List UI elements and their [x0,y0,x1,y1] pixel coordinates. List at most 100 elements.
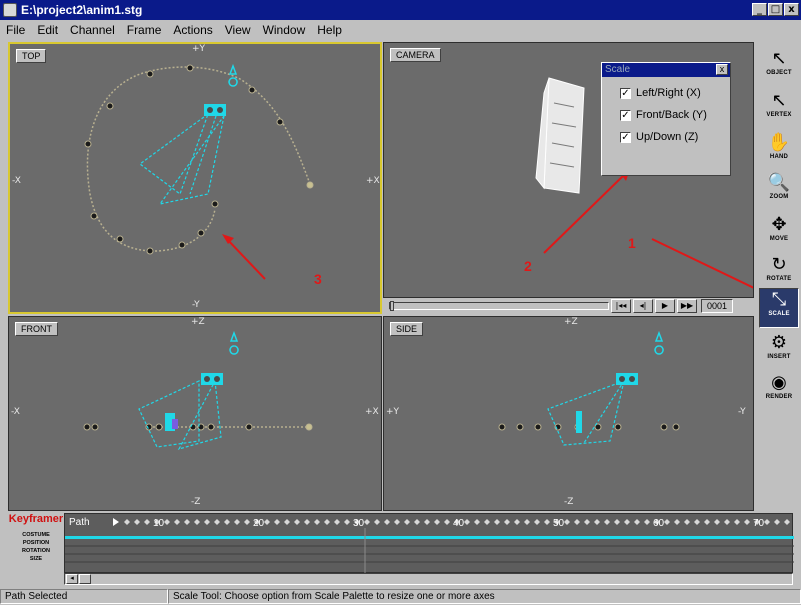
keyframer-scrollbar[interactable]: ◂ [64,573,793,585]
keyframe-marker[interactable] [684,519,690,525]
minimize-button[interactable]: _ [752,3,767,16]
keyframe-marker[interactable] [774,519,780,525]
keyframe-marker[interactable] [324,519,330,525]
keyframe-marker[interactable] [764,519,770,525]
row-label-position[interactable]: POSITION [8,539,64,547]
keyframe-marker[interactable] [614,519,620,525]
keyframe-marker[interactable] [124,519,130,525]
keyframe-marker[interactable] [534,519,540,525]
viewport-side[interactable]: SIDE +Z -Z +Y -Y [383,316,754,511]
play-button[interactable]: ▶ [655,299,675,313]
keyframe-marker[interactable] [734,519,740,525]
keyframe-marker[interactable] [634,519,640,525]
menu-file[interactable]: File [6,23,25,37]
menu-channel[interactable]: Channel [70,23,115,37]
keyframe-marker[interactable] [624,519,630,525]
keyframe-marker[interactable] [474,519,480,525]
keyframe-marker[interactable] [444,519,450,525]
tool-object[interactable]: ↖ OBJECT [759,48,799,88]
fast-forward-button[interactable]: ▶▶ [677,299,697,313]
keyframe-marker[interactable] [584,519,590,525]
top-view-scene[interactable]: 3 [10,44,382,314]
menu-view[interactable]: View [225,23,251,37]
keyframe-marker[interactable] [694,519,700,525]
side-view-scene[interactable] [384,317,754,511]
scale-option-z[interactable]: ✓ Up/Down (Z) [620,131,730,143]
tool-render[interactable]: ◉ RENDER [759,372,799,412]
viewport-front[interactable]: FRONT +Z -Z -X +X [8,316,382,511]
keyframe-marker[interactable] [414,519,420,525]
keyframe-marker[interactable] [284,519,290,525]
tool-zoom[interactable]: 🔍 ZOOM [759,172,799,212]
keyframe-marker[interactable] [234,519,240,525]
keyframe-marker[interactable] [224,519,230,525]
keyframe-marker[interactable] [264,519,270,525]
tool-vertex[interactable]: ↖ VERTEX [759,90,799,130]
checkbox-left-right[interactable]: ✓ [620,87,631,99]
tool-move[interactable]: ✥ MOVE [759,214,799,254]
keyframe-marker[interactable] [594,519,600,525]
keyframe-marker[interactable] [464,519,470,525]
checkbox-front-back[interactable]: ✓ [620,109,631,121]
close-button[interactable]: x [784,3,799,16]
keyframe-marker[interactable] [164,519,170,525]
keyframe-marker[interactable] [334,519,340,525]
keyframe-marker[interactable] [674,519,680,525]
maximize-button[interactable]: □ [768,3,783,16]
keyframe-marker[interactable] [364,519,370,525]
menu-window[interactable]: Window [263,23,306,37]
keyframe-marker[interactable] [724,519,730,525]
keyframe-marker[interactable] [384,519,390,525]
keyframe-marker[interactable] [704,519,710,525]
keyframe-marker[interactable] [204,519,210,525]
keyframe-marker[interactable] [784,519,790,525]
keyframe-marker[interactable] [294,519,300,525]
keyframe-marker[interactable] [714,519,720,525]
keyframe-marker[interactable] [304,519,310,525]
checkbox-up-down[interactable]: ✓ [620,131,631,143]
keyframe-marker[interactable] [174,519,180,525]
keyframe-marker[interactable] [564,519,570,525]
keyframe-marker[interactable] [504,519,510,525]
menu-actions[interactable]: Actions [173,23,212,37]
step-back-button[interactable]: ◂| [633,299,653,313]
keyframe-marker[interactable] [214,519,220,525]
scroll-left-button[interactable]: ◂ [66,574,78,584]
keyframe-marker[interactable] [134,519,140,525]
rewind-button[interactable]: |◂◂ [611,299,631,313]
keyframe-marker[interactable] [664,519,670,525]
current-frame-field[interactable]: 0001 [701,299,733,313]
scale-option-y[interactable]: ✓ Front/Back (Y) [620,109,730,121]
front-view-scene[interactable] [9,317,382,511]
keyframe-marker[interactable] [424,519,430,525]
scale-option-x[interactable]: ✓ Left/Right (X) [620,87,730,99]
menu-edit[interactable]: Edit [37,23,58,37]
keyframe-marker[interactable] [274,519,280,525]
keyframe-marker[interactable] [404,519,410,525]
keyframe-marker[interactable] [374,519,380,525]
keyframe-marker[interactable] [484,519,490,525]
keyframe-tracks[interactable]: Path 10 20 30 40 50 60 70 [65,514,794,574]
title-bar[interactable]: E:\project2\anim1.stg _ □ x [0,0,801,20]
keyframe-marker[interactable] [244,519,250,525]
keyframe-marker[interactable] [394,519,400,525]
keyframe-marker[interactable] [524,519,530,525]
camera-frame-slider[interactable] [389,301,609,311]
keyframe-marker[interactable] [184,519,190,525]
scale-palette-titlebar[interactable]: Scale x [602,63,730,77]
tool-scale[interactable]: ⤡ SCALE [759,288,799,328]
keyframe-marker[interactable] [514,519,520,525]
keyframe-marker[interactable] [344,519,350,525]
tool-insert[interactable]: ⚙ INSERT [759,332,799,372]
scroll-thumb[interactable] [79,574,91,584]
tool-hand[interactable]: ✋ HAND [759,132,799,172]
keyframe-timeline[interactable]: Path 10 20 30 40 50 60 70 [64,513,794,574]
app-icon[interactable] [3,3,17,17]
keyframe-marker[interactable] [434,519,440,525]
camera-frame-slider-thumb[interactable] [390,301,394,311]
row-label-size[interactable]: SIZE [8,555,64,563]
keyframe-marker[interactable] [194,519,200,525]
keyframe-marker[interactable] [644,519,650,525]
keyframe-marker[interactable] [494,519,500,525]
viewport-top[interactable]: TOP +Y -Y -X +X 3 [8,42,382,314]
